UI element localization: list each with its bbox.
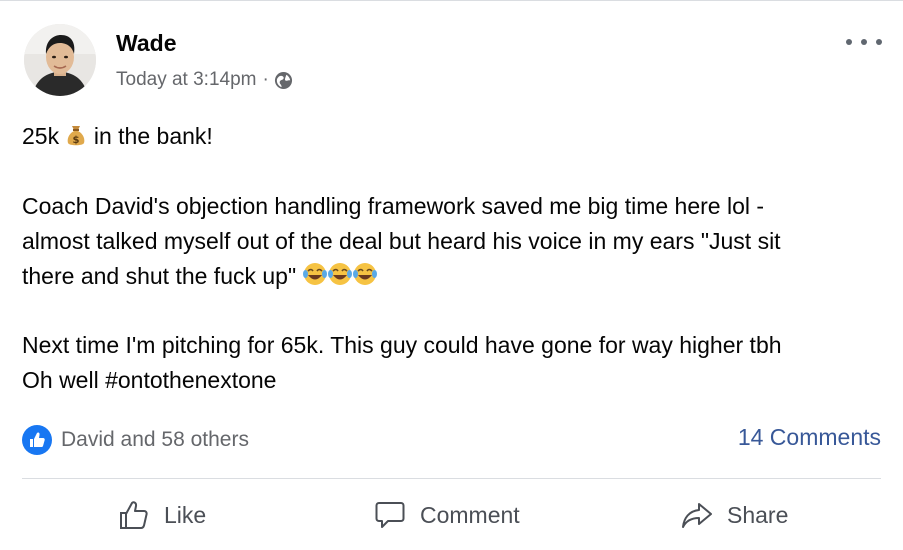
thumbs-up-icon — [120, 501, 148, 529]
avatar[interactable] — [24, 24, 96, 96]
comments-count-link[interactable]: 14 Comments — [738, 424, 881, 451]
share-arrow-icon — [682, 503, 712, 528]
meta-separator: · — [262, 69, 269, 90]
author-name[interactable]: Wade — [116, 30, 177, 57]
more-dot — [861, 39, 867, 45]
money-bag-icon: $ — [65, 122, 87, 157]
post-meta: Today at 3:14pm · — [116, 69, 293, 91]
more-options-icon[interactable] — [846, 34, 882, 50]
like-label: Like — [164, 501, 207, 528]
more-dot — [846, 39, 852, 45]
tears-of-joy-icon — [302, 263, 327, 285]
post-text: there and shut the fuck up" — [22, 263, 303, 289]
post-text-line-2: Coach David's objection handling framewo… — [22, 193, 765, 219]
comment-label: Comment — [420, 501, 520, 528]
more-dot — [876, 39, 882, 45]
share-button[interactable]: Share — [681, 495, 788, 535]
reactions-summary[interactable]: David and 58 others — [22, 425, 249, 455]
like-button[interactable]: Like — [118, 495, 206, 535]
post-text-line-6: Oh well #ontothenextone — [22, 367, 277, 393]
tears-of-joy-emoji-group — [302, 261, 377, 297]
post-text: 25k — [22, 123, 66, 149]
like-reaction-icon — [22, 425, 52, 455]
actions-divider — [22, 478, 881, 479]
tears-of-joy-icon — [327, 263, 352, 285]
top-border — [0, 0, 903, 1]
comment-button[interactable]: Comment — [374, 495, 520, 535]
svg-text:$: $ — [73, 135, 80, 146]
post-timestamp[interactable]: Today at 3:14pm — [116, 69, 256, 91]
globe-icon[interactable] — [274, 71, 293, 90]
post-text-line-4: there and shut the fuck up" — [22, 259, 377, 297]
reactions-text[interactable]: David and 58 others — [61, 428, 249, 452]
tears-of-joy-icon — [352, 263, 377, 285]
post-text-line-1: 25k $ in the bank! — [22, 119, 213, 157]
comment-bubble-icon — [375, 502, 405, 528]
post-text-line-5: Next time I'm pitching for 65k. This guy… — [22, 332, 782, 358]
post-text: in the bank! — [87, 123, 213, 149]
post-text-line-3: almost talked myself out of the deal but… — [22, 228, 781, 254]
share-label: Share — [727, 501, 789, 528]
